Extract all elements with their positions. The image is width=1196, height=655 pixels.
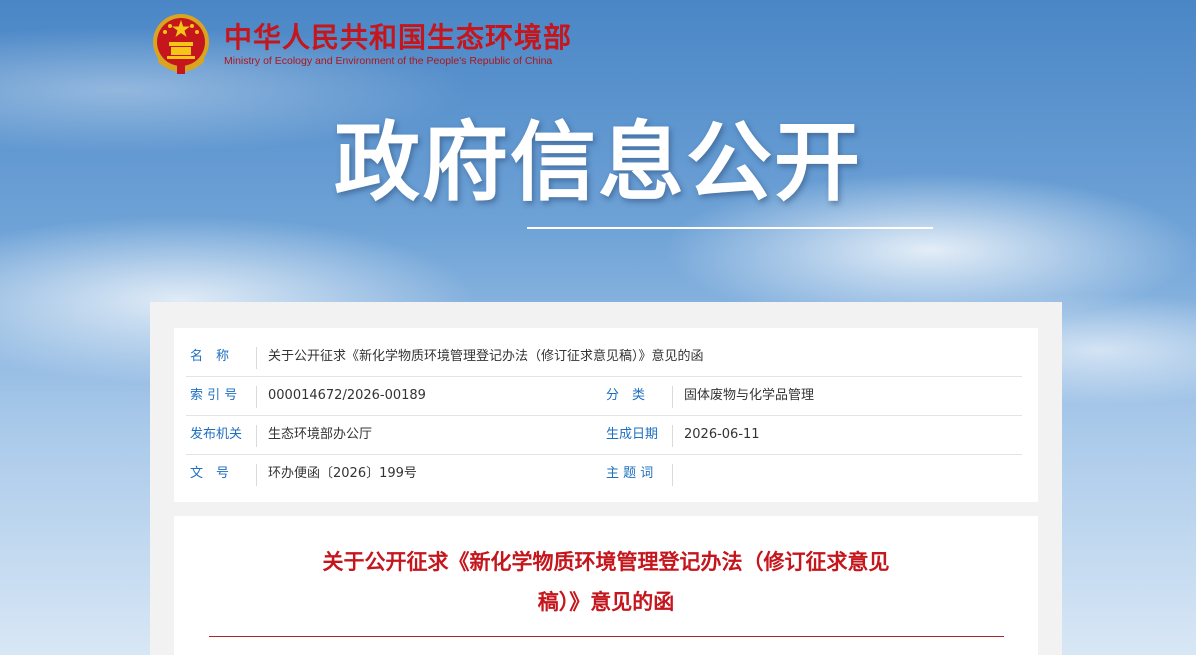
index-label: 索 引 号	[190, 388, 238, 403]
org-name-en: Ministry of Ecology and Environment of t…	[224, 55, 553, 67]
issuer-label: 发布机关	[190, 427, 243, 442]
site-logo[interactable]: 中华人民共和国生态环境部 Ministry of Ecology and Env…	[150, 12, 572, 76]
category-label: 分 类	[606, 388, 646, 403]
date-label: 生成日期	[606, 427, 659, 442]
separator	[672, 464, 673, 486]
issuer-value: 生态环境部办公厅	[268, 427, 373, 442]
metadata-table: 名 称 关于公开征求《新化学物质环境管理登记办法（修订征求意见稿）》意见的函 索…	[174, 328, 1038, 502]
separator	[672, 425, 673, 447]
separator	[672, 386, 673, 408]
separator	[256, 464, 257, 486]
docno-label: 文 号	[190, 466, 230, 481]
national-emblem-icon	[153, 14, 209, 74]
meta-row-name: 名 称 关于公开征求《新化学物质环境管理登记办法（修订征求意见稿）》意见的函	[186, 337, 1022, 377]
banner-divider	[527, 227, 933, 229]
meta-row-index: 索 引 号 000014672/2026-00189 分 类 固体废物与化学品管…	[186, 376, 1022, 416]
name-value: 关于公开征求《新化学物质环境管理登记办法（修订征求意见稿）》意见的函	[268, 349, 704, 364]
date-value: 2026-06-11	[684, 427, 760, 442]
separator	[256, 347, 257, 369]
category-value: 固体废物与化学品管理	[684, 388, 815, 403]
document-title-line2: 稿）》意见的函	[537, 590, 675, 614]
meta-row-issuer: 发布机关 生态环境部办公厅 生成日期 2026-06-11	[186, 415, 1022, 455]
document-title: 关于公开征求《新化学物质环境管理登记办法（修订征求意见 稿）》意见的函	[254, 542, 958, 622]
content-panel: 名 称 关于公开征求《新化学物质环境管理登记办法（修订征求意见稿）》意见的函 索…	[150, 302, 1062, 655]
document-title-line1: 关于公开征求《新化学物质环境管理登记办法（修订征求意见	[322, 550, 890, 574]
name-label: 名 称	[190, 349, 230, 364]
separator	[256, 386, 257, 408]
index-value: 000014672/2026-00189	[268, 388, 426, 403]
org-name-cn: 中华人民共和国生态环境部	[224, 21, 573, 54]
title-divider	[209, 636, 1004, 637]
separator	[256, 425, 257, 447]
subject-label: 主 题 词	[606, 466, 654, 481]
document-body: 关于公开征求《新化学物质环境管理登记办法（修订征求意见 稿）》意见的函	[174, 516, 1038, 655]
banner-title: 政府信息公开	[334, 113, 862, 213]
docno-value: 环办便函〔2026〕199号	[268, 466, 417, 481]
meta-row-docno: 文 号 环办便函〔2026〕199号 主 题 词	[186, 454, 1022, 493]
